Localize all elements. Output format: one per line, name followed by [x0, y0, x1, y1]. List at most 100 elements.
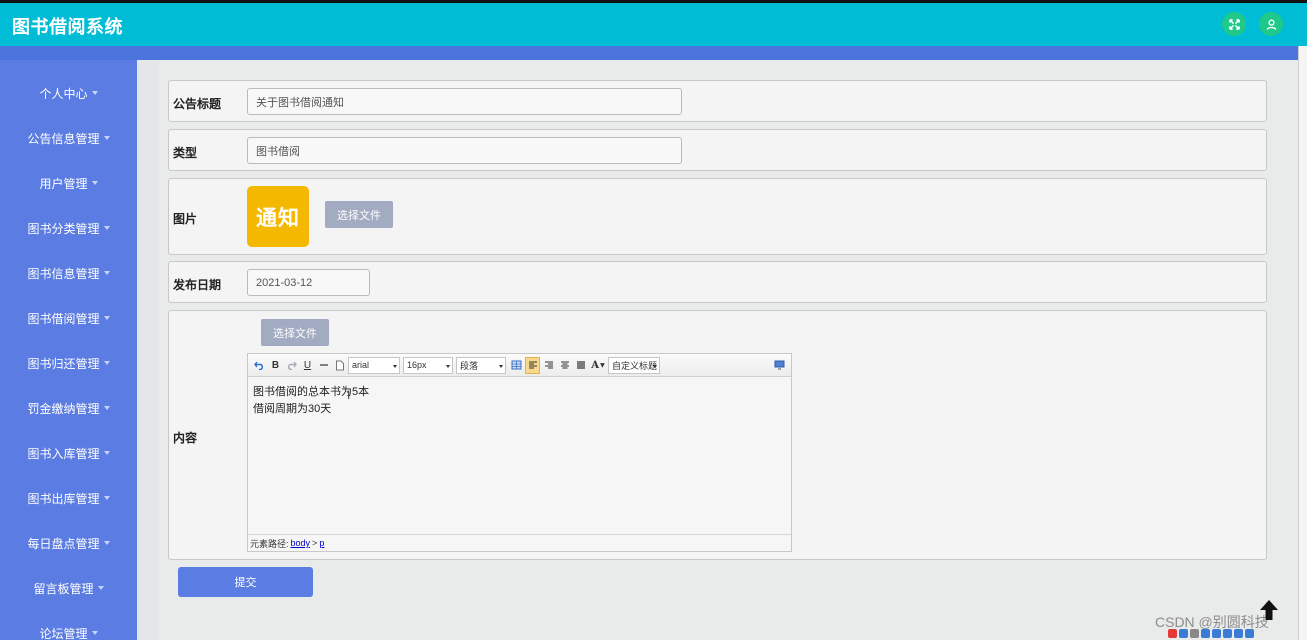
font-color-button[interactable]: A ▼ — [589, 357, 607, 374]
user-button[interactable] — [1259, 12, 1283, 36]
paragraph-format-select[interactable]: 段落 — [456, 356, 506, 374]
table-icon — [511, 360, 522, 370]
underline-label: U — [303, 359, 312, 371]
sidebar-item-label: 图书借阅管理 — [27, 311, 100, 326]
sidebar-item-messages[interactable]: 留言板管理 — [0, 573, 137, 603]
sidebar-item-label: 图书入库管理 — [27, 446, 100, 461]
caret-down-icon — [103, 361, 110, 365]
path-label: 元素路径: — [250, 538, 289, 549]
date-label: 发布日期 — [173, 278, 222, 292]
form-row-content: 内容 选择文件 B U arial 16px 段落 A ▼ 自定义标题 图书借阅的… — [168, 310, 1267, 560]
sidebar-item-stock-in[interactable]: 图书入库管理 — [0, 438, 137, 468]
path-link-p[interactable]: p — [319, 538, 324, 548]
underline-button[interactable]: U — [300, 357, 315, 374]
sidebar-item-fines[interactable]: 罚金缴纳管理 — [0, 393, 137, 423]
top-header: 图书借阅系统 — [0, 0, 1307, 46]
bold-label: B — [271, 359, 280, 371]
path-link-body[interactable]: body — [291, 538, 311, 548]
fullscreen-button[interactable] — [1222, 12, 1246, 36]
caret-down-icon — [103, 541, 110, 545]
font-size-select[interactable]: 16px — [403, 356, 453, 374]
back-to-top-button[interactable] — [1258, 598, 1280, 622]
content-line: 图书借阅的总本书为5本 — [253, 386, 370, 398]
ime-tools-icon — [1245, 628, 1254, 638]
ime-emoji-icon — [1201, 628, 1210, 638]
monitor-icon — [774, 360, 785, 370]
insert-table-button[interactable] — [509, 357, 524, 374]
align-center-button[interactable] — [557, 357, 572, 374]
sidebar-item-label: 图书出库管理 — [27, 491, 100, 506]
sidebar-item-label: 公告信息管理 — [27, 131, 100, 146]
notice-image-thumbnail: 通知 — [247, 186, 309, 247]
sidebar-item-borrow[interactable]: 图书借阅管理 — [0, 303, 137, 333]
clear-format-button[interactable] — [332, 357, 347, 374]
sidebar-item-label: 图书归还管理 — [27, 356, 100, 371]
ime-lang-icon — [1179, 628, 1188, 638]
image-label: 图片 — [173, 212, 198, 226]
editor-toolbar: B U arial 16px 段落 A ▼ 自定义标题 — [248, 354, 791, 377]
align-justify-button[interactable] — [573, 357, 588, 374]
ime-keyboard-icon — [1223, 628, 1232, 638]
header-strip — [0, 46, 1298, 60]
sidebar-item-forum[interactable]: 论坛管理 — [0, 618, 137, 640]
caret-down-icon — [103, 316, 110, 320]
align-right-button[interactable] — [541, 357, 556, 374]
sidebar-item-label: 图书信息管理 — [27, 266, 100, 281]
sidebar-item-notice[interactable]: 公告信息管理 — [0, 123, 137, 153]
title-label: 公告标题 — [173, 97, 222, 111]
align-left-button[interactable] — [525, 356, 540, 374]
page-scrollbar[interactable] — [1298, 46, 1307, 640]
sidebar-item-book-category[interactable]: 图书分类管理 — [0, 213, 137, 243]
rich-text-editor: B U arial 16px 段落 A ▼ 自定义标题 图书借阅的总本书为5本 借… — [247, 353, 792, 552]
caret-down-icon — [91, 181, 98, 185]
undo-icon — [254, 361, 263, 370]
caret-down-icon — [103, 406, 110, 410]
caret-down-icon — [103, 496, 110, 500]
fullscreen-editor-button[interactable] — [772, 357, 787, 374]
horizontal-rule-button[interactable] — [316, 357, 331, 374]
font-family-select[interactable]: arial — [348, 356, 400, 374]
sidebar-item-return[interactable]: 图书归还管理 — [0, 348, 137, 378]
sidebar-item-label: 个人中心 — [39, 86, 88, 101]
align-left-icon — [528, 361, 537, 369]
sidebar-item-stock-out[interactable]: 图书出库管理 — [0, 483, 137, 513]
form-row-type: 类型 — [168, 129, 1267, 171]
editor-element-path: 元素路径: body > p — [248, 534, 791, 551]
redo-button[interactable] — [284, 357, 299, 374]
ime-mic-icon — [1212, 628, 1221, 638]
user-icon — [1266, 19, 1276, 30]
type-label: 类型 — [173, 146, 198, 160]
redo-icon — [288, 361, 297, 370]
custom-title-select[interactable]: 自定义标题 — [608, 356, 660, 374]
sidebar-item-label: 图书分类管理 — [27, 221, 100, 236]
submit-button[interactable]: 提交 — [178, 567, 313, 597]
caret-down-icon — [97, 586, 104, 590]
image-file-button[interactable]: 选择文件 — [325, 201, 393, 228]
ime-toolbar — [1168, 626, 1298, 640]
fullscreen-icon — [1228, 18, 1240, 30]
date-input[interactable] — [247, 269, 370, 296]
form-row-title: 公告标题 — [168, 80, 1267, 122]
horizontal-rule-icon — [319, 364, 328, 366]
sidebar-item-personal-center[interactable]: 个人中心 — [0, 78, 137, 108]
align-center-icon — [560, 361, 569, 369]
sidebar: 个人中心 公告信息管理 用户管理 图书分类管理 图书信息管理 图书借阅管理 图书… — [0, 60, 137, 640]
type-input[interactable] — [247, 137, 682, 164]
caret-down-icon — [103, 226, 110, 230]
form-row-image: 图片 通知 选择文件 — [168, 178, 1267, 255]
sidebar-item-label: 每日盘点管理 — [27, 536, 100, 551]
sidebar-item-users[interactable]: 用户管理 — [0, 168, 137, 198]
sidebar-item-book-info[interactable]: 图书信息管理 — [0, 258, 137, 288]
sidebar-item-label: 留言板管理 — [33, 581, 94, 596]
ime-punct-icon — [1190, 628, 1199, 638]
sidebar-item-daily-inventory[interactable]: 每日盘点管理 — [0, 528, 137, 558]
bold-button[interactable]: B — [268, 357, 283, 374]
font-color-label: A — [591, 359, 600, 371]
title-input[interactable] — [247, 88, 682, 115]
undo-button[interactable] — [252, 357, 267, 374]
content-file-button[interactable]: 选择文件 — [261, 319, 329, 346]
editor-content[interactable]: 图书借阅的总本书为5本 借阅周期为30天 — [248, 378, 791, 534]
caret-down-icon — [103, 136, 110, 140]
document-icon — [335, 360, 344, 370]
sidebar-item-label: 罚金缴纳管理 — [27, 401, 100, 416]
